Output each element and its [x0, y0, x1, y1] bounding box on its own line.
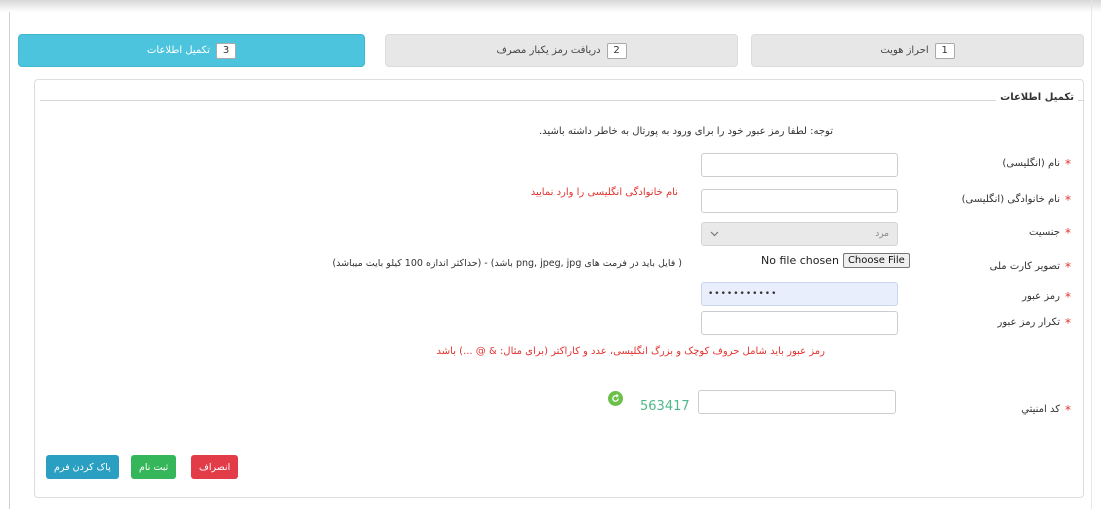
clear-form-button[interactable]: پاک کردن فرم	[46, 455, 119, 479]
last-name-label: * نام خانوادگی (انگليسی)	[961, 192, 1071, 207]
panel-title: تکميل اطلاعات	[996, 92, 1078, 103]
step-label: تکميل اطلاعات	[147, 45, 210, 56]
choose-file-button[interactable]: Choose File	[842, 253, 910, 268]
step-number: 1	[934, 42, 955, 59]
gender-selected-value: مرد	[875, 229, 889, 239]
right-divider	[1091, 0, 1092, 509]
submit-button[interactable]: ثبت نام	[131, 455, 177, 479]
last-name-error: نام خانوادگی انگليسی را وارد نماييد	[530, 187, 678, 198]
gender-select[interactable]: مرد	[701, 222, 898, 246]
password-label: * رمز عبور	[1022, 289, 1071, 304]
file-status: No file chosen	[761, 254, 839, 267]
step-2-otp[interactable]: 2 دريافت رمز يکبار مصرف	[385, 34, 738, 67]
required-icon: *	[1065, 259, 1071, 274]
required-icon: *	[1065, 402, 1071, 417]
refresh-icon[interactable]	[608, 391, 623, 406]
password-repeat-input[interactable]	[701, 311, 898, 335]
chevron-down-icon	[710, 229, 719, 240]
required-icon: *	[1065, 225, 1071, 240]
password-input[interactable]: •••••••••••	[701, 282, 898, 306]
step-number: 2	[606, 42, 627, 59]
left-divider	[9, 12, 10, 509]
required-icon: *	[1065, 289, 1071, 304]
id-card-file-input[interactable]: No file chosen Choose File	[761, 253, 910, 268]
gender-label: * جنسيت	[1029, 225, 1071, 240]
id-card-label: * تصوير کارت ملی	[989, 259, 1071, 274]
step-label: احراز هويت	[880, 45, 929, 56]
captcha-label: * کد امنيتي	[1021, 402, 1071, 417]
file-format-hint: ( فايل بايد در فرمت های png, jpeg, jpg ب…	[332, 258, 682, 269]
required-icon: *	[1065, 156, 1071, 171]
first-name-label: * نام (انگليسی)	[1002, 156, 1071, 171]
password-repeat-label: * تکرار رمز عبور	[997, 315, 1071, 330]
required-icon: *	[1065, 315, 1071, 330]
legend-line	[40, 100, 1020, 101]
password-rule-hint: رمز عبور بايد شامل حروف کوچک و بزرگ انگل…	[436, 346, 825, 357]
legend-line	[1078, 100, 1084, 101]
captcha-code: 563417	[640, 399, 690, 414]
browser-top-edge	[0, 0, 1101, 12]
step-number: 3	[216, 42, 236, 59]
password-note: توجه: لطفا رمز عبور خود را برای ورود به …	[539, 126, 833, 137]
first-name-input[interactable]	[701, 153, 898, 177]
step-label: دريافت رمز يکبار مصرف	[496, 45, 601, 56]
cancel-button[interactable]: انصراف	[191, 455, 239, 479]
last-name-input[interactable]	[701, 189, 898, 213]
step-1-identity[interactable]: 1 احراز هويت	[751, 34, 1084, 67]
required-icon: *	[1065, 192, 1071, 207]
form-panel	[34, 79, 1084, 498]
captcha-input[interactable]	[698, 390, 896, 414]
step-3-complete-info[interactable]: 3 تکميل اطلاعات	[18, 34, 365, 67]
